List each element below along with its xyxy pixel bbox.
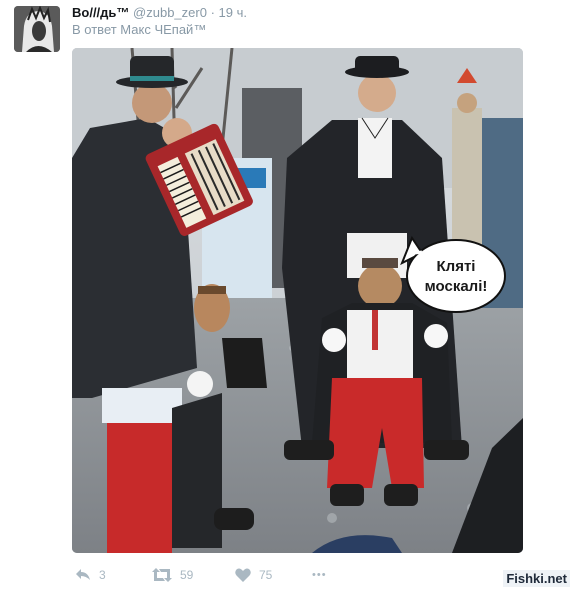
tweet-photo[interactable]: Кляті москалі!: [72, 48, 523, 553]
tweet-actions: 3 59 75 •••: [72, 565, 372, 585]
watermark: Fishki.net: [503, 570, 570, 587]
speech-line-1: Кляті: [437, 258, 476, 275]
reply-icon: [76, 569, 90, 580]
retweet-button[interactable]: 59: [152, 565, 193, 585]
reply-button[interactable]: 3: [75, 565, 106, 585]
like-button[interactable]: 75: [235, 565, 272, 585]
retweet-count: 59: [180, 568, 194, 582]
more-button[interactable]: •••: [312, 565, 327, 585]
separator-dot: ·: [210, 5, 215, 20]
like-count: 75: [259, 568, 273, 582]
photo-scene: Кляті москалі!: [72, 48, 523, 553]
author-handle[interactable]: @zubb_zer0: [133, 5, 207, 20]
reply-count: 3: [99, 568, 106, 582]
avatar[interactable]: [14, 6, 60, 52]
tweet-time[interactable]: 19 ч.: [219, 5, 247, 20]
reply-context[interactable]: В ответ Макс ЧЕпай™: [72, 22, 206, 37]
tweet: Во///дь™ @zubb_zer0 · 19 ч. В ответ Макс…: [0, 0, 574, 591]
heart-icon: [235, 568, 251, 582]
avatar-image: [14, 6, 60, 52]
tweet-header: Во///дь™ @zubb_zer0 · 19 ч.: [72, 5, 247, 21]
retweet-icon: [152, 568, 172, 582]
author-name[interactable]: Во///дь™: [72, 5, 129, 20]
speech-line-2: москалі!: [425, 278, 488, 295]
more-icon: •••: [312, 569, 327, 581]
